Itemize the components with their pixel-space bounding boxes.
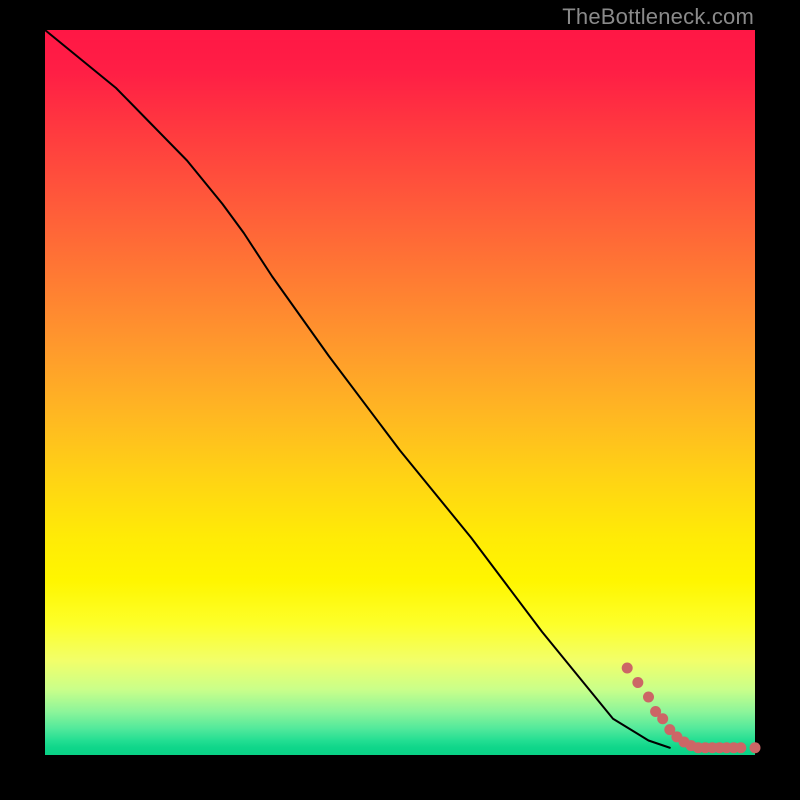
series-dots-point [643, 692, 654, 703]
chart-svg [45, 30, 755, 755]
plot-area [45, 30, 755, 755]
series-dots-point [622, 663, 633, 674]
series-curve [45, 30, 670, 748]
watermark-text: TheBottleneck.com [562, 4, 754, 30]
series-dots-point [632, 677, 643, 688]
chart-frame: TheBottleneck.com [0, 0, 800, 800]
series-dots-point [657, 713, 668, 724]
series-dots-point [750, 742, 761, 753]
series-dots-point [735, 742, 746, 753]
